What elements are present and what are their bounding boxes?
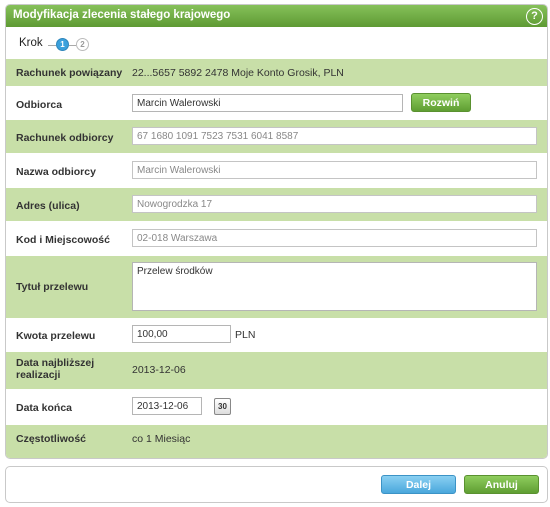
row-postal-city: Kod i Miejscowość 02-018 Warszawa <box>6 221 547 255</box>
recipient-label: Odbiorca <box>16 99 63 111</box>
row-recipient-name: Nazwa odbiorcy Marcin Walerowski <box>6 153 547 187</box>
help-icon[interactable]: ? <box>526 8 543 25</box>
postal-city-field: 02-018 Warszawa <box>132 229 537 247</box>
end-date-label: Data końca <box>16 402 73 414</box>
dialog-title: Modyfikacja zlecenia stałego krajowego <box>13 9 231 21</box>
address-field: Nowogrodzka 17 <box>132 195 537 213</box>
next-button[interactable]: Dalej <box>381 475 456 494</box>
nearest-date-value: 2013-12-06 <box>132 364 186 376</box>
row-frequency: Częstotliwość co 1 Miesiąc <box>6 424 547 458</box>
dialog-title-bar: Modyfikacja zlecenia stałego krajowego ? <box>6 5 547 27</box>
row-transfer-title: Tytuł przelewu Przelew środków <box>6 255 547 318</box>
transfer-title-label: Tytuł przelewu <box>16 281 89 293</box>
row-amount: Kwota przelewu 100,00 PLN <box>6 318 547 351</box>
recipient-name-label: Nazwa odbiorcy <box>16 166 96 178</box>
dialog-footer: Dalej Anuluj <box>5 466 548 503</box>
expand-button[interactable]: Rozwiń <box>411 93 471 112</box>
row-end-date: Data końca 2013-12-06 30 <box>6 389 547 424</box>
row-linked-account: Rachunek powiązany 22...5657 5892 2478 M… <box>6 58 547 86</box>
step-indicator: Krok 1 2 <box>6 27 547 58</box>
calendar-icon[interactable]: 30 <box>214 398 231 415</box>
transfer-title-textarea[interactable]: Przelew środków <box>132 262 537 311</box>
step-label: Krok <box>19 37 43 49</box>
currency-label: PLN <box>235 329 256 341</box>
amount-input[interactable]: 100,00 <box>132 325 231 343</box>
step-1-indicator: 1 <box>56 38 69 51</box>
step-2-indicator: 2 <box>76 38 89 51</box>
postal-city-label: Kod i Miejscowość <box>16 234 110 246</box>
frequency-value: co 1 Miesiąc <box>132 433 191 445</box>
end-date-input[interactable]: 2013-12-06 <box>132 397 202 415</box>
recipient-name-field: Marcin Walerowski <box>132 161 537 179</box>
recipient-input[interactable]: Marcin Walerowski <box>132 94 403 112</box>
address-label: Adres (ulica) <box>16 200 80 212</box>
frequency-label: Częstotliwość <box>16 433 87 445</box>
nearest-date-label-line1: Data najbliższej <box>16 357 95 369</box>
recipient-account-label: Rachunek odbiorcy <box>16 132 114 144</box>
step-connector <box>48 45 56 46</box>
cancel-button[interactable]: Anuluj <box>464 475 539 494</box>
row-address: Adres (ulica) Nowogrodzka 17 <box>6 187 547 221</box>
transfer-dialog: Modyfikacja zlecenia stałego krajowego ?… <box>5 4 548 459</box>
linked-account-label: Rachunek powiązany <box>16 67 123 79</box>
amount-label: Kwota przelewu <box>16 330 96 342</box>
nearest-date-label-line2: realizacji <box>16 369 61 381</box>
linked-account-value: 22...5657 5892 2478 Moje Konto Grosik, P… <box>132 67 344 79</box>
row-nearest-date: Data najbliższej realizacji 2013-12-06 <box>6 351 547 389</box>
row-recipient: Odbiorca Marcin Walerowski Rozwiń <box>6 86 547 119</box>
step-connector <box>69 45 76 46</box>
row-recipient-account: Rachunek odbiorcy 67 1680 1091 7523 7531… <box>6 119 547 153</box>
recipient-account-field: 67 1680 1091 7523 7531 6041 8587 <box>132 127 537 145</box>
